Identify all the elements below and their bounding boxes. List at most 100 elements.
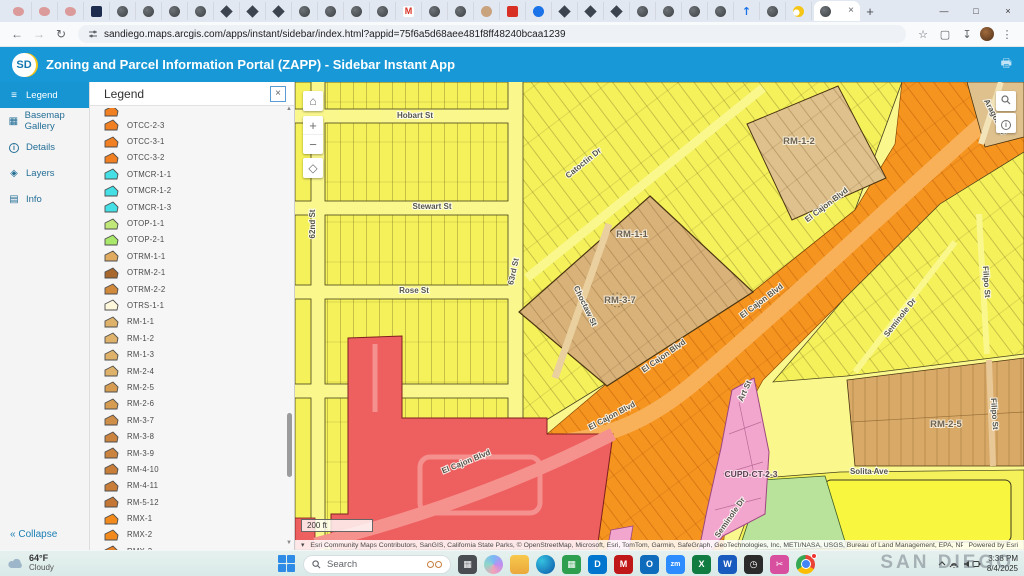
- legend-item: OTRM-2-2: [104, 281, 294, 297]
- install-app-icon[interactable]: ▢: [936, 28, 954, 41]
- excel-taskbar-icon[interactable]: X: [692, 555, 711, 574]
- legend-scrollbar[interactable]: ▲ ▼: [285, 108, 292, 544]
- search-icon: [1001, 95, 1011, 105]
- sidebar-item-label: Legend: [26, 90, 58, 101]
- browser-tab[interactable]: [630, 2, 656, 20]
- browser-tab[interactable]: [526, 2, 552, 20]
- file-explorer-taskbar-icon[interactable]: [510, 555, 529, 574]
- legend-swatch: [104, 152, 119, 164]
- browser-tab[interactable]: [656, 2, 682, 20]
- browser-tab[interactable]: [422, 2, 448, 20]
- legend-item: [104, 108, 294, 117]
- zoom-in-button[interactable]: +: [303, 116, 323, 135]
- sidebar-item-layers[interactable]: ◈Layers: [0, 160, 89, 186]
- browser-tab[interactable]: [162, 2, 188, 20]
- map-home-button[interactable]: ⌂: [303, 91, 323, 111]
- photos-taskbar-icon[interactable]: ▦: [458, 555, 477, 574]
- word-taskbar-icon[interactable]: W: [718, 555, 737, 574]
- dell-taskbar-icon[interactable]: D: [588, 555, 607, 574]
- browser-tab[interactable]: [500, 2, 526, 20]
- browser-tab[interactable]: [682, 2, 708, 20]
- map-search-button[interactable]: [996, 91, 1016, 111]
- browser-menu-icon[interactable]: ⋮: [998, 28, 1016, 41]
- tray-clock[interactable]: 3:38 PM 8/4/2025: [987, 554, 1018, 574]
- map-zoom-controls[interactable]: + −: [303, 116, 323, 154]
- outlook-taskbar-icon[interactable]: O: [640, 555, 659, 574]
- zoom-out-button[interactable]: −: [303, 135, 323, 154]
- attribution-toggle-icon[interactable]: ▾: [301, 541, 304, 549]
- legend-swatch: [104, 168, 119, 180]
- copilot-taskbar-icon[interactable]: [484, 555, 503, 574]
- browser-tab[interactable]: [708, 2, 734, 20]
- forward-button[interactable]: →: [30, 27, 48, 41]
- edge-taskbar-icon[interactable]: [536, 555, 555, 574]
- mcafee-taskbar-icon[interactable]: M: [614, 555, 633, 574]
- browser-tab[interactable]: [214, 2, 240, 20]
- system-tray[interactable]: 3:38 PM 8/4/2025: [937, 551, 1018, 576]
- browser-tab[interactable]: [240, 2, 266, 20]
- sidebar-item-basemap-gallery[interactable]: ▦Basemap Gallery: [0, 108, 89, 134]
- legend-item-label: OTRM-1-1: [127, 252, 165, 261]
- browser-tab[interactable]: [188, 2, 214, 20]
- browser-tab[interactable]: [32, 2, 58, 20]
- browser-tab[interactable]: [370, 2, 396, 20]
- map-locate-button[interactable]: ◇: [303, 158, 323, 178]
- collapse-button[interactable]: « Collapse: [10, 529, 57, 540]
- browser-tab[interactable]: [6, 2, 32, 20]
- scroll-up-icon[interactable]: ▲: [286, 106, 292, 112]
- sidebar-item-details[interactable]: iDetails: [0, 134, 89, 160]
- tray-icons[interactable]: [937, 558, 981, 570]
- browser-tab[interactable]: [266, 2, 292, 20]
- browser-tab[interactable]: [292, 2, 318, 20]
- taskbar-weather-widget[interactable]: 64°F Cloudy: [0, 554, 200, 573]
- globe-favicon: [351, 6, 362, 17]
- browser-tab[interactable]: [110, 2, 136, 20]
- new-tab-button[interactable]: +: [860, 4, 880, 19]
- speaker-icon: [964, 561, 969, 568]
- map-info-button[interactable]: i: [996, 113, 1016, 133]
- browser-tab[interactable]: [786, 2, 812, 20]
- browser-tab[interactable]: [344, 2, 370, 20]
- window-close-button[interactable]: ×: [992, 6, 1024, 16]
- reload-button[interactable]: ↻: [52, 27, 70, 41]
- profile-avatar[interactable]: [980, 27, 994, 41]
- legend-close-button[interactable]: ×: [270, 86, 286, 102]
- start-button[interactable]: [278, 555, 296, 573]
- browser-tab[interactable]: [84, 2, 110, 20]
- browser-tab[interactable]: M: [396, 2, 422, 20]
- sidebar-item-legend[interactable]: ≡Legend: [0, 82, 89, 108]
- scroll-down-icon[interactable]: ▼: [286, 540, 292, 546]
- snip-taskbar-icon[interactable]: ✂: [770, 555, 789, 574]
- active-tab[interactable]: ×: [814, 1, 860, 21]
- taskbar-search-box[interactable]: Search: [303, 555, 451, 574]
- downloads-icon[interactable]: ↧: [958, 28, 976, 41]
- address-bar[interactable]: sandiego.maps.arcgis.com/apps/instant/si…: [78, 25, 906, 43]
- browser-tab[interactable]: [552, 2, 578, 20]
- home-icon: ⌂: [309, 94, 316, 108]
- browser-tab[interactable]: [318, 2, 344, 20]
- clock-taskbar-icon[interactable]: ◷: [744, 555, 763, 574]
- map-canvas[interactable]: Hobart StStewart StRose St62nd St63rd St…: [295, 82, 1024, 550]
- tab-close-icon[interactable]: ×: [848, 6, 854, 16]
- store-taskbar-icon[interactable]: ▦: [562, 555, 581, 574]
- bookmark-star-icon[interactable]: ☆: [914, 28, 932, 41]
- browser-tab[interactable]: [760, 2, 786, 20]
- browser-tab[interactable]: [604, 2, 630, 20]
- scrollbar-thumb[interactable]: [287, 413, 292, 477]
- zoom-taskbar-icon[interactable]: zm: [666, 555, 685, 574]
- sidebar-item-info[interactable]: ▤Info: [0, 186, 89, 212]
- chrome-taskbar-icon[interactable]: [796, 555, 815, 574]
- browser-tab[interactable]: [448, 2, 474, 20]
- browser-tab[interactable]: [58, 2, 84, 20]
- browser-tab[interactable]: ↑: [734, 2, 760, 20]
- browser-tab[interactable]: [474, 2, 500, 20]
- globe-favicon: [767, 6, 778, 17]
- pink-favicon: [65, 7, 76, 16]
- window-minimize-button[interactable]: —: [928, 6, 960, 16]
- browser-tab[interactable]: [578, 2, 604, 20]
- back-button[interactable]: ←: [8, 27, 26, 41]
- print-icon[interactable]: 🖶: [1001, 54, 1012, 75]
- browser-tab[interactable]: [136, 2, 162, 20]
- window-maximize-button[interactable]: □: [960, 6, 992, 16]
- site-settings-icon[interactable]: [88, 29, 98, 39]
